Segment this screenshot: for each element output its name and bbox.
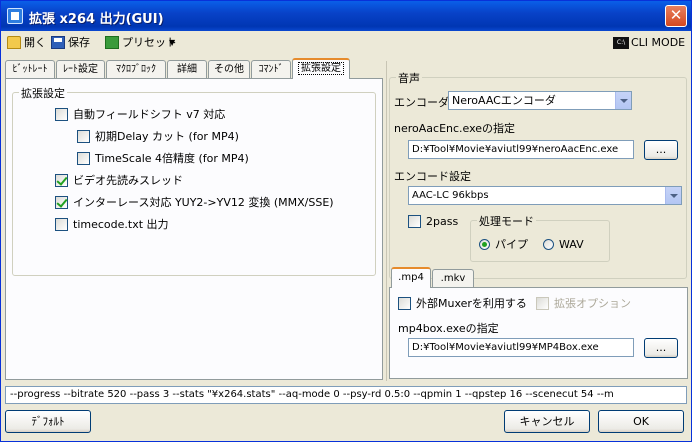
muxer-panel: 外部Muxerを利用する 拡張オプション mp4box.exeの指定 D:¥To… (389, 287, 688, 379)
open-label: 開く (24, 36, 46, 49)
checkbox-label: timecode.txt 出力 (73, 218, 169, 231)
encoder-value: NeroAACエンコーダ (452, 94, 556, 107)
nero-exe-path-input[interactable]: D:¥Tool¥Movie¥aviutl99¥neroAacEnc.exe (408, 140, 634, 159)
tab-mp4[interactable]: .mp4 (391, 267, 431, 288)
encoder-label: エンコーダ (394, 96, 449, 109)
nero-exe-browse-button[interactable]: ... (644, 140, 678, 160)
tab-rate-settings[interactable]: ﾚｰﾄ設定 (56, 60, 105, 79)
cli-mode-label: CLI MODE (631, 36, 686, 49)
extended-settings-panel: 拡張設定 自動フィールドシフト v7 対応 初期Delay カット (for M… (5, 78, 383, 380)
checkbox-box[interactable] (55, 174, 68, 187)
checkbox-box[interactable] (55, 218, 68, 231)
checkbox-label: 2pass (426, 215, 459, 228)
toolbar: 開く 保存 プリセット ▼ C:\ CLI MODE (1, 31, 691, 55)
audio-group: 音声 エンコーダ NeroAACエンコーダ neroAacEnc.exeの指定 … (389, 70, 687, 279)
tab-macroblock[interactable]: ﾏｸﾛﾌﾞﾛｯｸ (106, 60, 166, 79)
save-button[interactable]: 保存 (49, 34, 90, 52)
radio-dot[interactable] (479, 239, 490, 250)
encode-setting-value: AAC-LC 96kbps (412, 190, 489, 201)
radio-dot[interactable] (543, 239, 554, 250)
checkbox-box[interactable] (408, 215, 421, 228)
console-icon: C:\ (613, 37, 629, 49)
window-title: 拡張 x264 出力(GUI) (29, 12, 164, 27)
close-button[interactable]: ✕ (665, 5, 687, 27)
tab-mkv[interactable]: .mkv (432, 269, 474, 288)
checkbox-label: インターレース対応 YUY2->YV12 変換 (MMX/SSE) (73, 196, 334, 209)
panel-divider (386, 61, 387, 381)
encode-setting-label: エンコード設定 (394, 170, 471, 183)
folder-open-icon (7, 36, 21, 49)
save-label: 保存 (68, 36, 90, 49)
extended-settings-group: 拡張設定 自動フィールドシフト v7 対応 初期Delay カット (for M… (12, 85, 376, 276)
encoder-select[interactable]: NeroAACエンコーダ (448, 91, 632, 110)
mp4box-exe-label: mp4box.exeの指定 (398, 322, 499, 335)
checkbox-label: 外部Muxerを利用する (416, 297, 527, 310)
checkbox-box (536, 297, 549, 310)
ok-button[interactable]: OK (598, 410, 684, 433)
preset-book-icon (105, 36, 119, 49)
mp4box-exe-path: D:¥Tool¥Movie¥aviutl99¥MP4Box.exe (412, 342, 599, 353)
command-line-preview[interactable]: --progress --bitrate 520 --pass 3 --stat… (5, 386, 687, 404)
close-icon: ✕ (669, 6, 683, 24)
checkbox-label: TimeScale 4倍精度 (for MP4) (95, 152, 249, 165)
mp4box-exe-browse-button[interactable]: ... (644, 338, 678, 358)
nero-exe-label: neroAacEnc.exeの指定 (394, 122, 516, 135)
checkbox-label: 初期Delay カット (for MP4) (95, 130, 239, 143)
floppy-disk-icon (51, 36, 65, 49)
x264-gui-window: 拡張 x264 出力(GUI) ✕ 開く 保存 プリセット ▼ C:\ CLI … (0, 0, 692, 442)
tab-extended-settings[interactable]: 拡張設定 (292, 58, 350, 79)
tab-details[interactable]: 詳細 (167, 60, 207, 79)
encode-setting-select[interactable]: AAC-LC 96kbps (408, 186, 682, 205)
audio-group-title: 音声 (396, 70, 422, 86)
preset-dropdown-arrow-icon[interactable]: ▼ (169, 34, 175, 52)
processing-mode-group: 処理モード パイプ WAV (470, 213, 610, 262)
checkbox-box[interactable] (398, 297, 411, 310)
radio-label: パイプ (495, 238, 528, 251)
tab-other[interactable]: その他 (208, 60, 250, 79)
radio-label: WAV (559, 238, 584, 251)
app-icon (7, 8, 23, 24)
group-title: 拡張設定 (19, 85, 67, 101)
chevron-down-icon[interactable] (665, 187, 681, 204)
preset-button[interactable]: プリセット (103, 34, 177, 52)
checkbox-box[interactable] (55, 196, 68, 209)
checkbox-label: ビデオ先読みスレッド (73, 174, 183, 187)
checkbox-label: 拡張オプション (554, 297, 631, 310)
checkbox-box[interactable] (77, 130, 90, 143)
open-button[interactable]: 開く (5, 34, 46, 52)
nero-exe-path: D:¥Tool¥Movie¥aviutl99¥neroAacEnc.exe (412, 144, 619, 155)
default-button[interactable]: ﾃﾞﾌｫﾙﾄ (5, 410, 91, 433)
tab-bitrate[interactable]: ﾋﾞｯﾄﾚｰﾄ (5, 60, 55, 79)
chevron-down-icon[interactable] (615, 92, 631, 109)
settings-tabs: ﾋﾞｯﾄﾚｰﾄ ﾚｰﾄ設定 ﾏｸﾛﾌﾞﾛｯｸ 詳細 その他 ｺﾏﾝﾄﾞ 拡張設定 (5, 58, 385, 79)
tab-command[interactable]: ｺﾏﾝﾄﾞ (251, 60, 291, 79)
cancel-button[interactable]: キャンセル (504, 410, 590, 433)
mp4box-exe-path-input[interactable]: D:¥Tool¥Movie¥aviutl99¥MP4Box.exe (408, 338, 634, 357)
checkbox-box[interactable] (55, 108, 68, 121)
checkbox-box[interactable] (77, 152, 90, 165)
title-bar[interactable]: 拡張 x264 出力(GUI) ✕ (1, 1, 691, 31)
processing-mode-title: 処理モード (477, 213, 536, 229)
checkbox-label: 自動フィールドシフト v7 対応 (73, 108, 226, 121)
cli-mode-button[interactable]: C:\ CLI MODE (613, 34, 685, 52)
